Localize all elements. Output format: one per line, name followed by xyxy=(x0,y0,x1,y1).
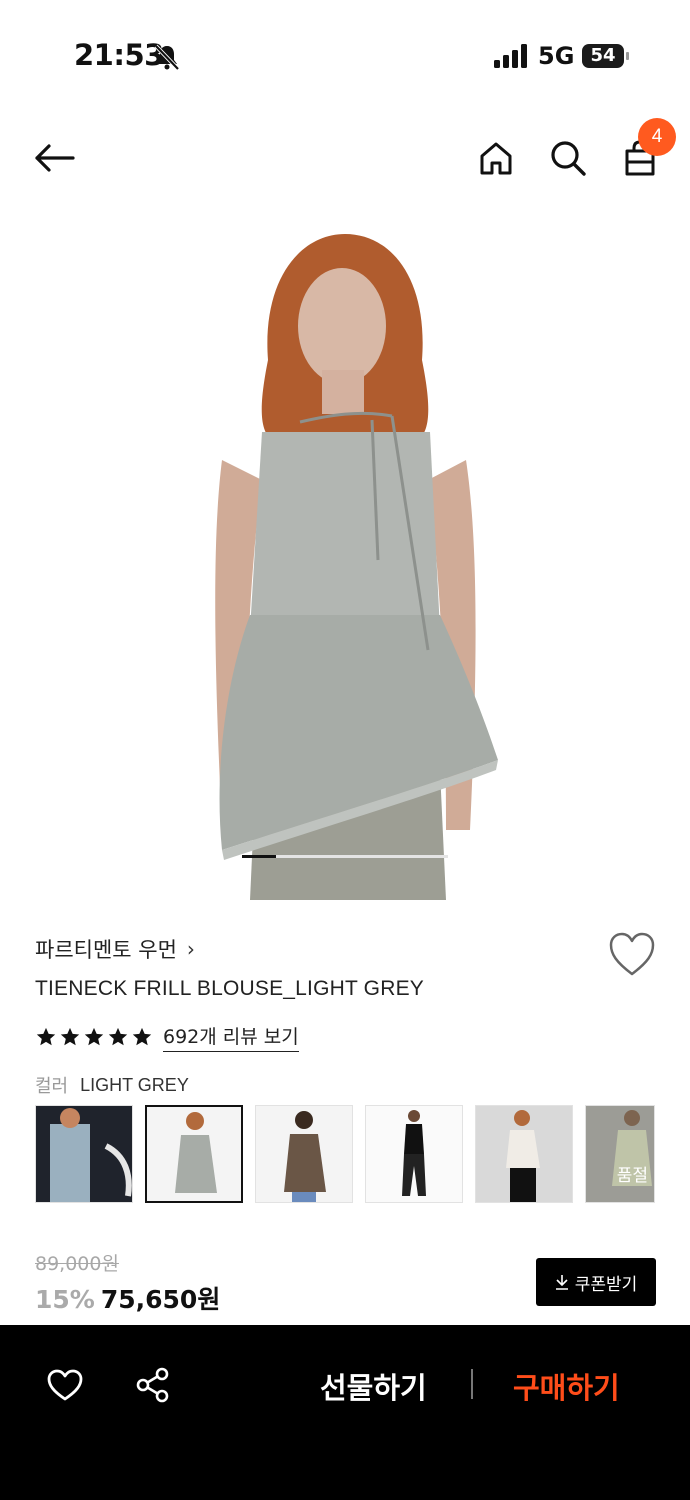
signal-icon xyxy=(494,44,527,68)
color-thumbnail[interactable] xyxy=(365,1105,463,1203)
home-button[interactable] xyxy=(472,134,520,182)
color-thumbnail-soldout[interactable]: 품절 xyxy=(585,1105,655,1203)
soldout-label: 품절 xyxy=(616,1166,648,1186)
bottom-wishlist-button[interactable] xyxy=(43,1363,87,1407)
wishlist-button[interactable] xyxy=(606,930,658,978)
rating-row: 692개 리뷰 보기 xyxy=(35,1022,299,1052)
color-thumbnail-selected[interactable] xyxy=(145,1105,243,1203)
star-icon xyxy=(36,1027,56,1046)
buy-button[interactable]: 구매하기 xyxy=(513,1365,620,1407)
heart-icon xyxy=(47,1369,83,1401)
coupon-label: 쿠폰받기 xyxy=(574,1274,638,1295)
color-thumbnails: 품절 xyxy=(35,1105,655,1205)
cart-count-badge: 4 xyxy=(638,118,676,156)
status-time: 21:53 xyxy=(74,38,164,72)
divider xyxy=(471,1369,473,1399)
star-icon xyxy=(60,1027,80,1046)
color-value: LIGHT GREY xyxy=(80,1074,189,1095)
search-icon xyxy=(551,141,586,176)
color-row: 컬러 LIGHT GREY xyxy=(35,1072,189,1098)
network-label: 5G xyxy=(538,42,575,70)
color-thumbnail[interactable] xyxy=(255,1105,353,1203)
color-thumbnail[interactable] xyxy=(35,1105,133,1203)
chevron-right-icon: › xyxy=(186,937,195,961)
share-button[interactable] xyxy=(131,1363,175,1407)
carousel-indicator xyxy=(242,855,448,858)
product-title: TIENECK FRILL BLOUSE_LIGHT GREY xyxy=(35,977,424,1000)
brand-name: 파르티멘토 우먼 xyxy=(35,938,177,962)
model-photo xyxy=(215,234,499,900)
bell-muted-icon xyxy=(154,44,180,71)
search-button[interactable] xyxy=(544,134,592,182)
heart-icon xyxy=(609,932,655,976)
star-rating xyxy=(35,1026,153,1048)
home-icon xyxy=(480,142,512,175)
star-icon xyxy=(84,1027,104,1046)
arrow-left-icon xyxy=(35,144,75,172)
bottom-action-bar: 선물하기 구매하기 xyxy=(0,1325,690,1500)
brand-link[interactable]: 파르티멘토 우먼 › xyxy=(35,934,195,964)
star-icon xyxy=(132,1027,152,1046)
original-price: 89,000원 xyxy=(35,1253,119,1275)
discount-rate: 15% xyxy=(35,1285,95,1314)
sale-price: 75,650원 xyxy=(100,1285,221,1314)
price-row: 15% 75,650원 xyxy=(35,1280,220,1316)
back-button[interactable] xyxy=(30,134,78,182)
status-bar: 21:53 5G 54 xyxy=(0,0,690,110)
share-icon xyxy=(136,1367,169,1403)
color-thumbnail[interactable] xyxy=(475,1105,573,1203)
review-link[interactable]: 692개 리뷰 보기 xyxy=(163,1022,299,1052)
header-nav xyxy=(0,120,690,200)
color-label: 컬러 xyxy=(35,1076,69,1097)
coupon-button[interactable]: 쿠폰받기 xyxy=(536,1258,656,1306)
gift-button[interactable]: 선물하기 xyxy=(320,1365,427,1407)
product-image[interactable] xyxy=(0,210,690,900)
star-icon xyxy=(108,1027,128,1046)
battery-icon: 54 xyxy=(582,44,630,68)
battery-level: 54 xyxy=(582,44,624,68)
download-icon xyxy=(555,1275,568,1290)
carousel-indicator-active xyxy=(242,855,276,858)
